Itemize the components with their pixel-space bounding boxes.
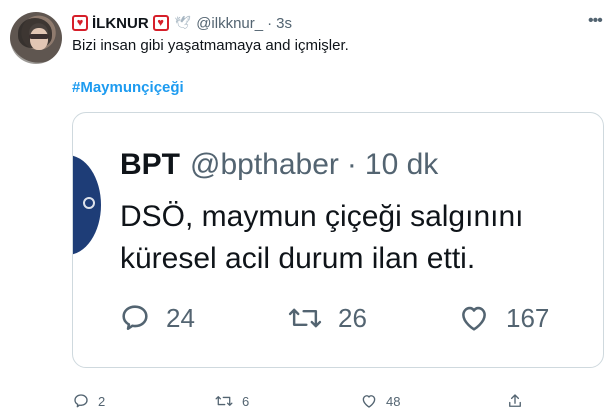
dove-icon: 🕊 bbox=[174, 15, 192, 30]
retweet-icon bbox=[215, 396, 233, 406]
tweet-header: ♥ İLKNUR ♥ 🕊 @ilkknur_ · 3s bbox=[72, 12, 292, 34]
quoted-tweet-card[interactable]: BPT @bpthaber · 10 dk DSÖ, maymun çiçeği… bbox=[72, 112, 604, 368]
quoted-reply: 24 bbox=[118, 301, 195, 335]
quoted-like-count: 167 bbox=[506, 302, 550, 333]
reply-icon bbox=[122, 305, 148, 331]
quoted-tweet-text: DSÖ, maymun çiçeği salgınını küresel aci… bbox=[120, 200, 524, 275]
reply-button[interactable]: 2 bbox=[72, 392, 105, 410]
like-icon bbox=[362, 395, 376, 408]
retweet-icon bbox=[288, 308, 322, 328]
quoted-handle: @bpthaber bbox=[190, 148, 339, 181]
hashtag-link[interactable]: #Maymunçiçeği bbox=[72, 79, 184, 96]
display-name[interactable]: İLKNUR bbox=[92, 15, 149, 32]
retweet-count: 6 bbox=[242, 393, 250, 409]
retweet-button[interactable]: 6 bbox=[214, 392, 249, 410]
heart-badge-icon: ♥ bbox=[72, 15, 88, 31]
tweet-actions-bar: 2 6 48 bbox=[72, 392, 532, 412]
quoted-time: 10 dk bbox=[364, 148, 439, 181]
more-icon[interactable]: ••• bbox=[588, 12, 603, 30]
quoted-retweet: 26 bbox=[286, 301, 367, 335]
avatar[interactable] bbox=[10, 12, 62, 64]
quoted-avatar bbox=[73, 155, 101, 255]
quoted-like: 167 bbox=[456, 301, 549, 335]
quoted-actions-bar: 24 26 167 bbox=[118, 301, 598, 341]
share-icon bbox=[509, 394, 521, 407]
quoted-reply-count: 24 bbox=[166, 302, 195, 333]
quoted-retweet-count: 26 bbox=[338, 302, 367, 333]
like-icon bbox=[462, 306, 486, 331]
like-button[interactable]: 48 bbox=[360, 392, 400, 410]
tweet-text: Bizi insan gibi yaşatmamaya and içmişler… bbox=[72, 37, 349, 54]
tweet[interactable]: ♥ İLKNUR ♥ 🕊 @ilkknur_ · 3s ••• Bizi ins… bbox=[0, 0, 614, 417]
reply-count: 2 bbox=[98, 393, 106, 409]
avatar-face bbox=[30, 28, 48, 50]
avatar-glasses bbox=[29, 34, 49, 39]
quoted-avatar-ring bbox=[83, 197, 95, 209]
share-button[interactable] bbox=[506, 392, 524, 410]
like-count: 48 bbox=[386, 393, 401, 409]
separator: · bbox=[267, 14, 273, 32]
heart-badge-icon: ♥ bbox=[152, 15, 169, 31]
author-handle[interactable]: @ilkknur_ bbox=[196, 15, 263, 32]
quoted-separator: · bbox=[346, 148, 357, 181]
quoted-tweet-header: BPT @bpthaber · 10 dk bbox=[120, 148, 438, 182]
reply-icon bbox=[74, 394, 88, 408]
tweet-time[interactable]: 3s bbox=[276, 15, 292, 32]
quoted-display-name: BPT bbox=[120, 148, 180, 181]
